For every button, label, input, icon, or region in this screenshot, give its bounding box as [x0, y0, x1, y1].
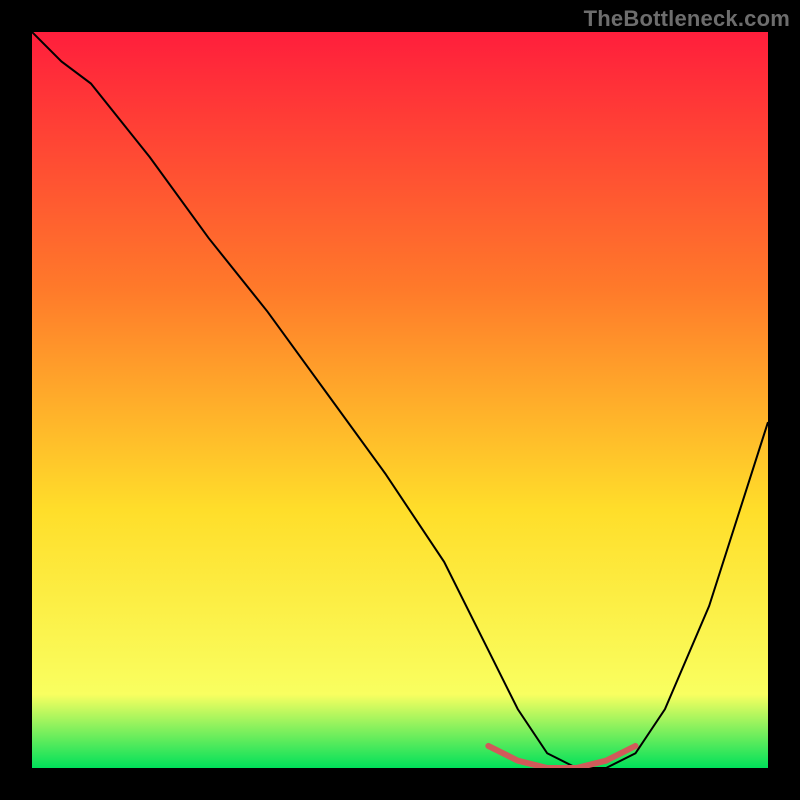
plot-background	[32, 32, 768, 768]
watermark-text: TheBottleneck.com	[584, 6, 790, 32]
bottleneck-chart	[32, 32, 768, 768]
chart-container: TheBottleneck.com	[0, 0, 800, 800]
